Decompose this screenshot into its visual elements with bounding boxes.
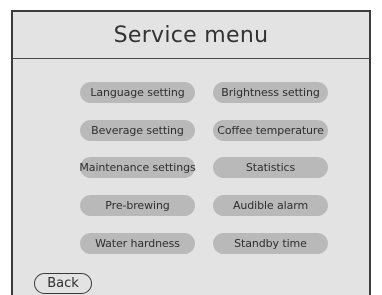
beverage-setting-button[interactable]: Beverage setting [80,120,195,141]
standby-time-button[interactable]: Standby time [213,233,328,254]
back-button[interactable]: Back [34,273,92,294]
coffee-temperature-button[interactable]: Coffee temperature [213,120,328,141]
maintenance-settings-button[interactable]: Maintenance settings [79,157,196,178]
water-hardness-button[interactable]: Water hardness [80,233,195,254]
language-setting-button[interactable]: Language setting [80,82,195,103]
statistics-button[interactable]: Statistics [213,157,328,178]
brightness-setting-button[interactable]: Brightness setting [213,82,328,103]
pre-brewing-button[interactable]: Pre-brewing [80,195,195,216]
service-menu-grid: Language setting Brightness setting Beve… [13,12,369,295]
service-menu-screen: Service menu Language setting Brightness… [11,10,371,295]
audible-alarm-button[interactable]: Audible alarm [213,195,328,216]
